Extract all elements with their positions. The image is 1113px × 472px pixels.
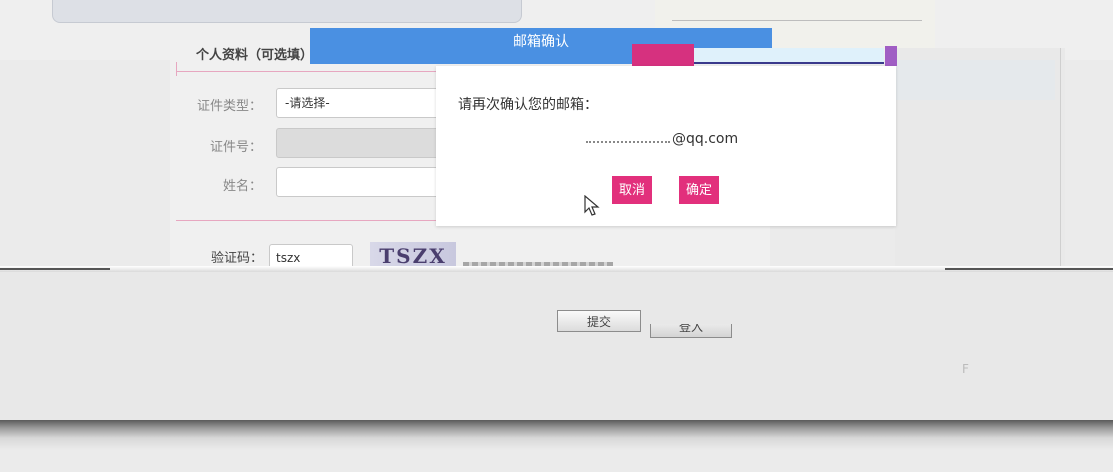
dialog-header-artifact-strip (694, 48, 884, 64)
top-panel (52, 0, 522, 23)
bottom-shadow (0, 420, 1113, 472)
name-input[interactable] (276, 167, 456, 197)
dialog-email: @qq.com (586, 131, 738, 147)
id-number-label: 证件号： (209, 140, 262, 155)
dialog-header-artifact (632, 44, 694, 66)
section-divider (176, 71, 436, 72)
confirm-button[interactable]: 确定 (679, 176, 720, 204)
id-type-label: 证件类型： (196, 99, 262, 114)
corner-char: F (962, 362, 969, 376)
dialog-header-artifact-edge (885, 46, 897, 66)
right-side-divider (1060, 48, 1061, 268)
email-domain: @qq.com (672, 131, 739, 147)
right-side-block (895, 60, 1055, 100)
captcha-label: 验证码： (210, 251, 263, 266)
form-divider (176, 220, 438, 221)
id-number-input[interactable] (276, 128, 456, 158)
login-button[interactable]: 登入 (650, 324, 732, 338)
dialog-prompt: 请再次确认您的邮箱： (458, 97, 598, 113)
divider-line-left (0, 268, 110, 270)
email-confirm-dialog: 请再次确认您的邮箱： @qq.com 取消 确定 (436, 66, 896, 226)
submit-button[interactable]: 提交 (557, 310, 641, 332)
mouse-cursor-icon (584, 195, 600, 216)
bottom-area (0, 272, 1113, 432)
section-title: 个人资料（可选填） (196, 48, 314, 63)
divider-line-right (945, 268, 1113, 270)
id-type-select[interactable]: -请选择- (276, 88, 456, 118)
section-divider-mark (176, 62, 177, 76)
email-masked-part (586, 135, 670, 143)
cancel-button[interactable]: 取消 (612, 176, 653, 204)
top-right-divider (672, 20, 922, 21)
name-label: 姓名： (222, 179, 262, 194)
